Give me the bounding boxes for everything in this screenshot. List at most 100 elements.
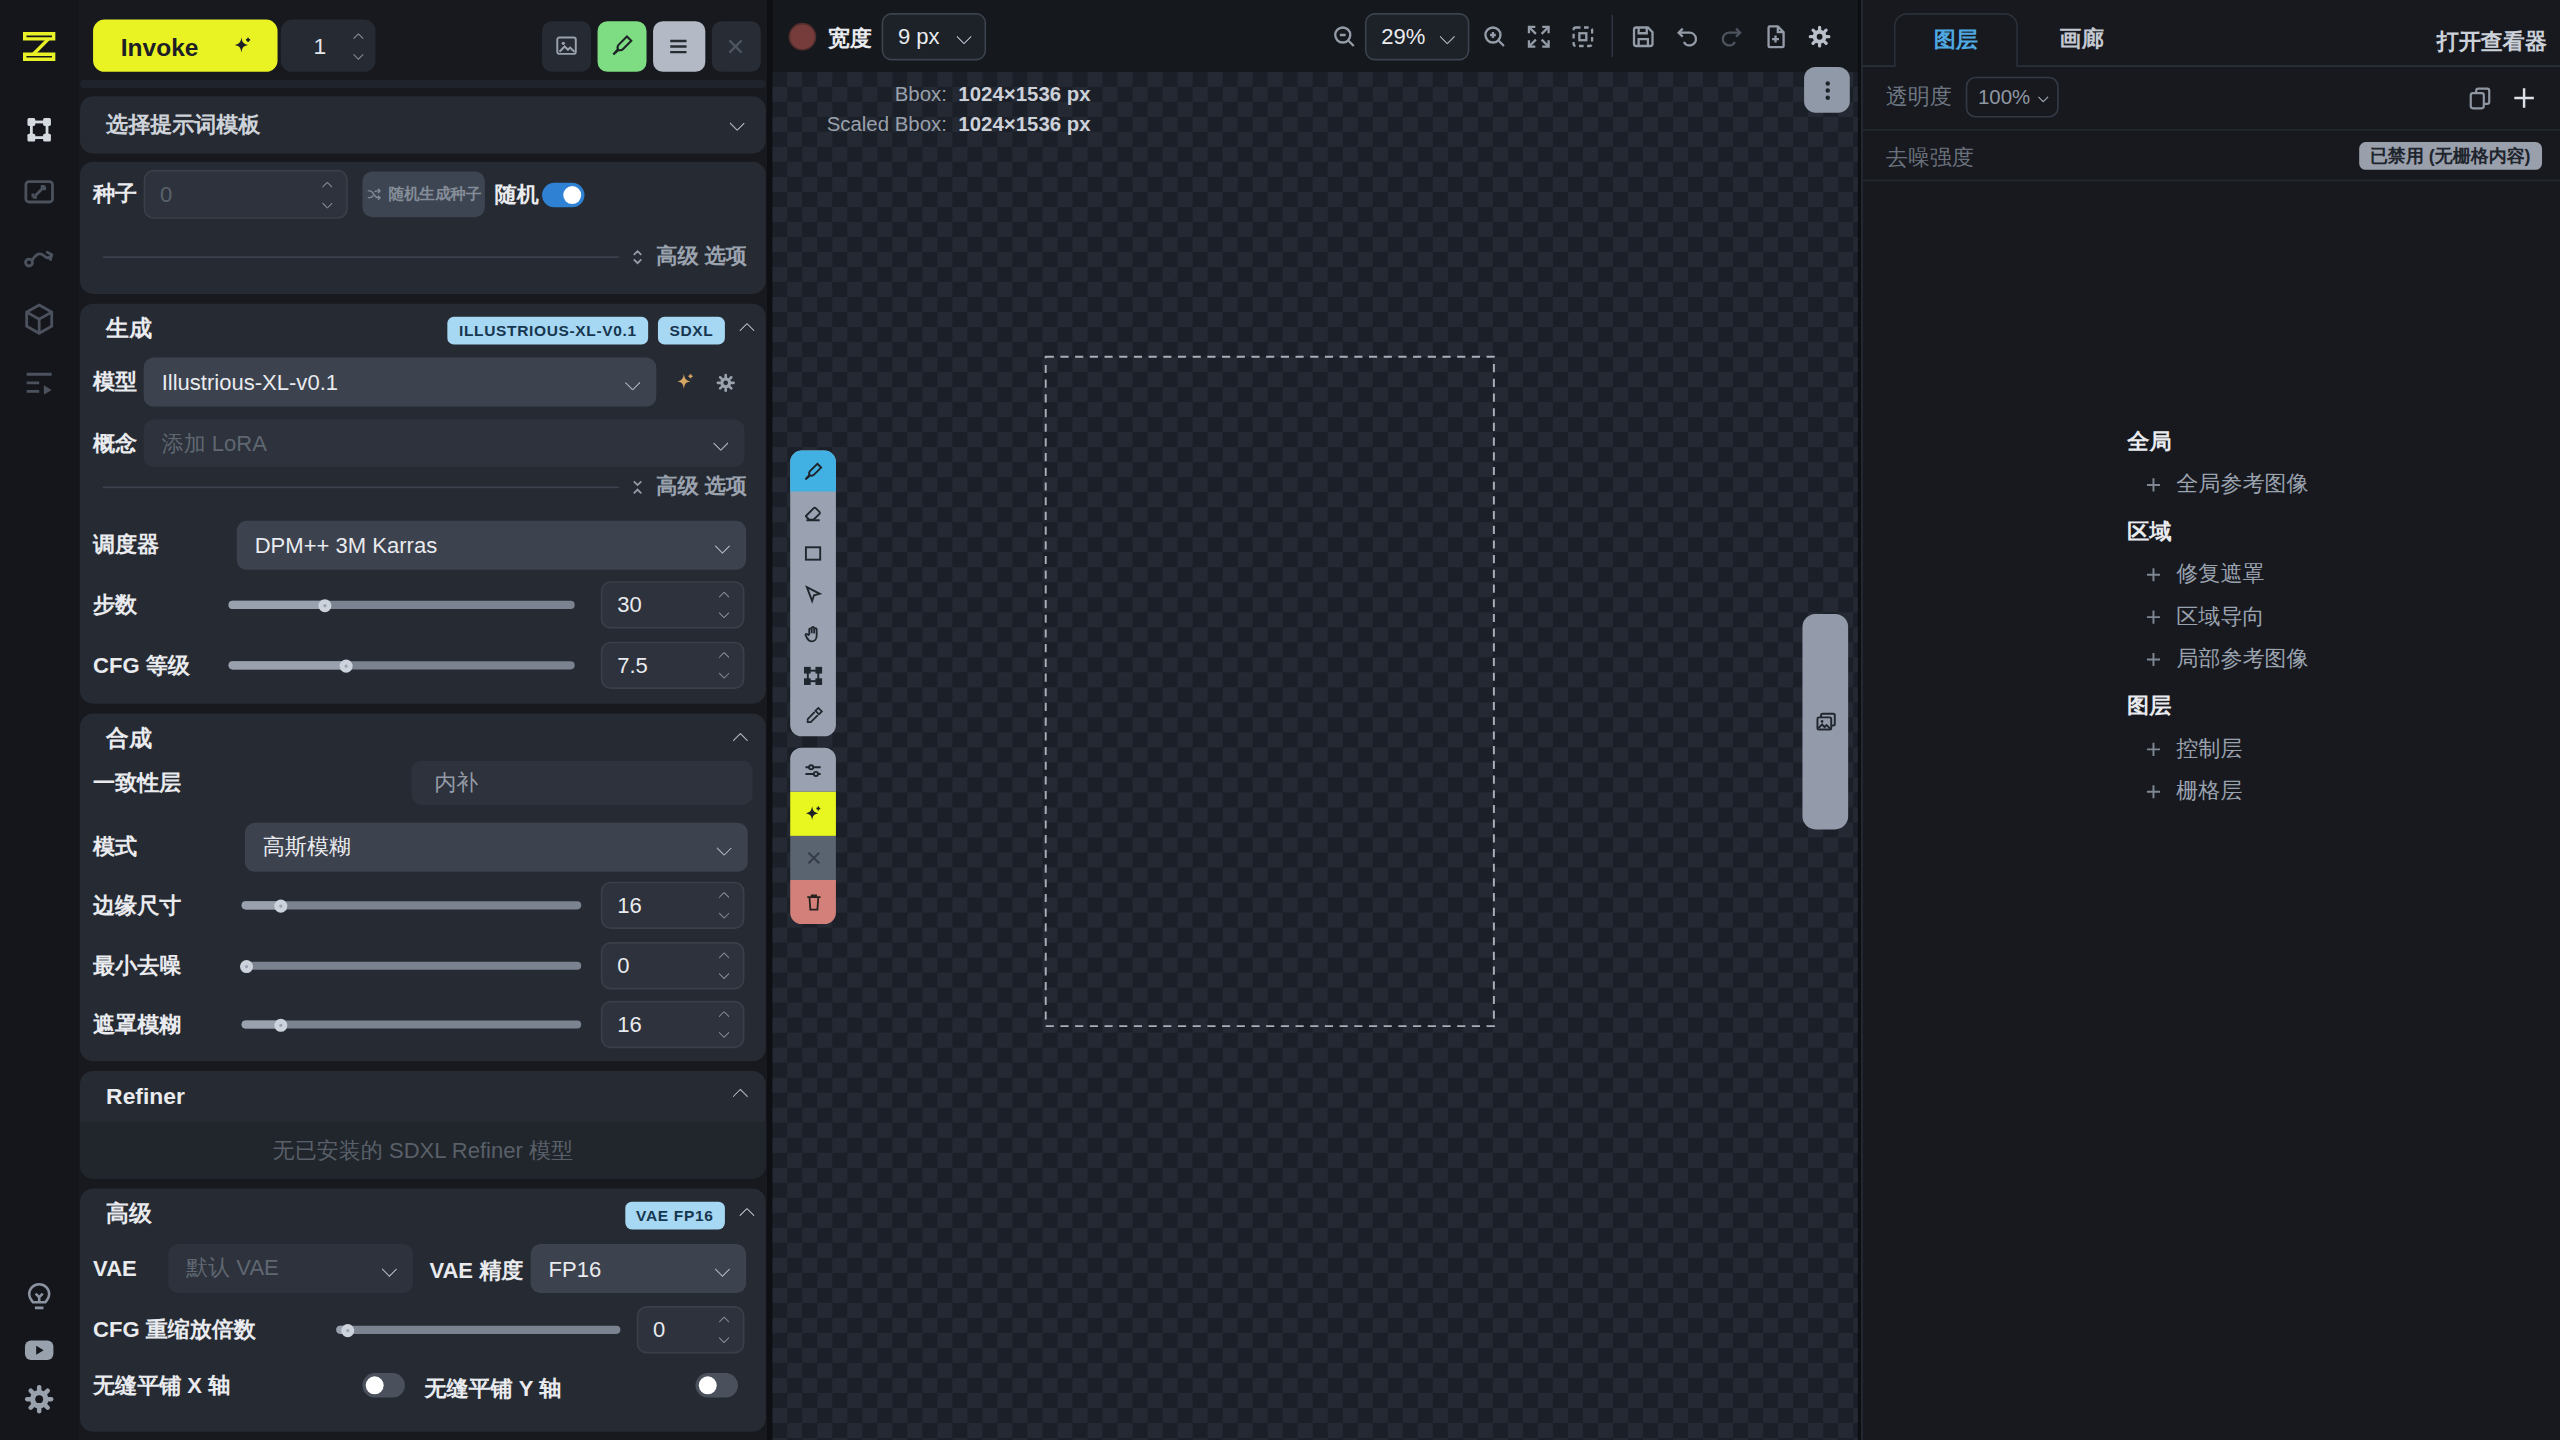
vae-precision-select[interactable]: FP16 [531,1244,747,1293]
model-settings-gear-icon[interactable] [713,371,737,395]
tool-settings-button[interactable] [790,748,836,792]
cancel-action-button[interactable] [790,836,836,880]
min-denoise-slider[interactable] [242,962,582,970]
collapse-chevron-icon[interactable] [732,1087,748,1103]
tool-move-button[interactable] [790,573,836,614]
tool-hand-button[interactable] [790,614,836,655]
plus-icon [2144,650,2164,670]
shuffle-seed-button[interactable]: 随机生成种子 [362,171,484,217]
generation-bbox[interactable] [772,0,1858,1440]
add-regional-ref-image[interactable]: 局部参考图像 [2127,647,2308,673]
prompt-template-label: 选择提示词模板 [106,111,260,140]
tips-bulb-icon[interactable] [22,1280,56,1314]
tool-brush-button[interactable] [790,451,836,492]
refiner-card: Refiner 无已安装的 SDXL Refiner 模型 [80,1071,766,1179]
open-viewer-button[interactable]: 打开查看器 [2437,28,2547,57]
add-regional-guidance[interactable]: 区域导向 [2127,604,2308,630]
chevron-down-icon [381,1260,397,1276]
seamless-x-toggle[interactable] [362,1373,404,1397]
scheduler-select[interactable]: DPM++ 3M Karras [237,521,746,570]
random-seed-toggle[interactable] [542,183,584,207]
seamless-y-toggle[interactable] [696,1373,738,1397]
tool-eraser-button[interactable] [790,491,836,532]
slider-knob[interactable] [341,1323,354,1336]
add-global-ref-image[interactable]: 全局参考图像 [2127,472,2308,498]
tool-rect-button[interactable] [790,532,836,573]
settings-gear-icon[interactable] [21,1381,57,1417]
sliders-icon [802,758,825,781]
lora-select[interactable]: 添加 LoRA [144,420,745,467]
collapse-chevron-icon[interactable] [732,732,748,748]
progress-bar [80,80,766,88]
tab-gallery-label: 画廊 [2060,24,2104,53]
edge-size-input[interactable]: 16 [601,882,745,929]
seed-advanced-expander[interactable]: 高级 选项 [629,245,748,268]
model-select[interactable]: Illustrious-XL-v0.1 [144,358,657,407]
prompt-template-card[interactable]: 选择提示词模板 [80,96,766,153]
denoise-disabled-badge: 已禁用 (无栅格内容) [2359,142,2542,170]
tab-models-icon[interactable] [20,300,58,338]
hand-icon [802,623,825,646]
image-icon [553,33,579,59]
steps-slider[interactable] [229,601,575,609]
chevron-down-icon [716,839,732,855]
cfg-slider[interactable] [229,661,575,669]
divider [103,256,619,258]
duplicate-layer-icon[interactable] [2467,85,2493,111]
collapse-chevron-icon[interactable] [739,322,755,338]
denoise-strength-label: 去噪强度 [1886,144,1974,173]
slider-knob[interactable] [274,1018,287,1031]
invoke-button[interactable]: Invoke [93,20,277,72]
mode-select[interactable]: 高斯模糊 [245,823,748,872]
seed-value: 0 [160,182,172,206]
delete-action-button[interactable] [790,880,836,924]
collapse-chevron-icon[interactable] [739,1207,755,1223]
staging-area-handle[interactable] [1802,614,1848,830]
invoke-logo [19,26,60,67]
advanced-options-label: 高级 选项 [656,472,747,501]
mode-label: 模式 [93,833,137,862]
opacity-select[interactable]: 100% [1965,77,2058,118]
tab-canvas-icon[interactable] [20,111,58,149]
canvas-mode-button[interactable] [597,20,646,71]
slider-knob[interactable] [274,899,287,912]
youtube-icon[interactable] [21,1332,57,1368]
cfg-rescale-slider[interactable] [336,1326,620,1334]
cancel-button[interactable] [711,20,760,71]
queue-count-input[interactable]: 1 [281,20,376,72]
viewer-mode-button[interactable] [541,20,590,71]
cfg-input[interactable]: 7.5 [601,642,745,689]
add-control-layer[interactable]: 控制层 [2127,736,2308,762]
mask-blur-input[interactable]: 16 [601,1001,745,1048]
slider-knob[interactable] [240,959,253,972]
slider-knob[interactable] [340,659,353,672]
inpaint-tab[interactable]: 内补 [411,761,752,805]
tab-layers[interactable]: 图层 [1894,13,2018,67]
cfg-value: 7.5 [617,653,648,677]
opacity-label: 透明度 [1886,82,1952,111]
invoke-action-button[interactable] [790,792,836,836]
seed-input[interactable]: 0 [144,170,348,219]
tab-queue-icon[interactable] [20,363,58,401]
tab-upscaling-icon[interactable] [20,173,58,211]
edge-size-slider[interactable] [242,901,582,909]
generation-advanced-expander[interactable]: 高级 选项 [629,475,748,498]
cfg-rescale-input[interactable]: 0 [637,1306,745,1353]
slider-knob[interactable] [319,598,332,611]
tab-workflows-icon[interactable] [20,237,58,275]
queue-count-stepper[interactable] [354,33,362,57]
vae-select[interactable]: 默认 VAE [168,1244,413,1293]
tool-eyedropper-button[interactable] [790,696,836,737]
menu-button[interactable] [652,20,704,71]
min-denoise-input[interactable]: 0 [601,942,745,989]
mask-blur-slider[interactable] [242,1020,582,1028]
add-raster-layer[interactable]: 栅格层 [2127,779,2308,805]
add-layer-icon[interactable] [2509,83,2538,112]
steps-input[interactable]: 30 [601,581,745,628]
coherence-label: 一致性层 [93,768,181,797]
tab-gallery[interactable]: 画廊 [2031,13,2132,65]
tool-bbox-button[interactable] [790,655,836,696]
min-denoise-label: 最小去噪 [93,951,181,980]
add-inpaint-mask[interactable]: 修复遮罩 [2127,562,2308,588]
default-settings-sparkle-icon[interactable] [673,371,697,395]
